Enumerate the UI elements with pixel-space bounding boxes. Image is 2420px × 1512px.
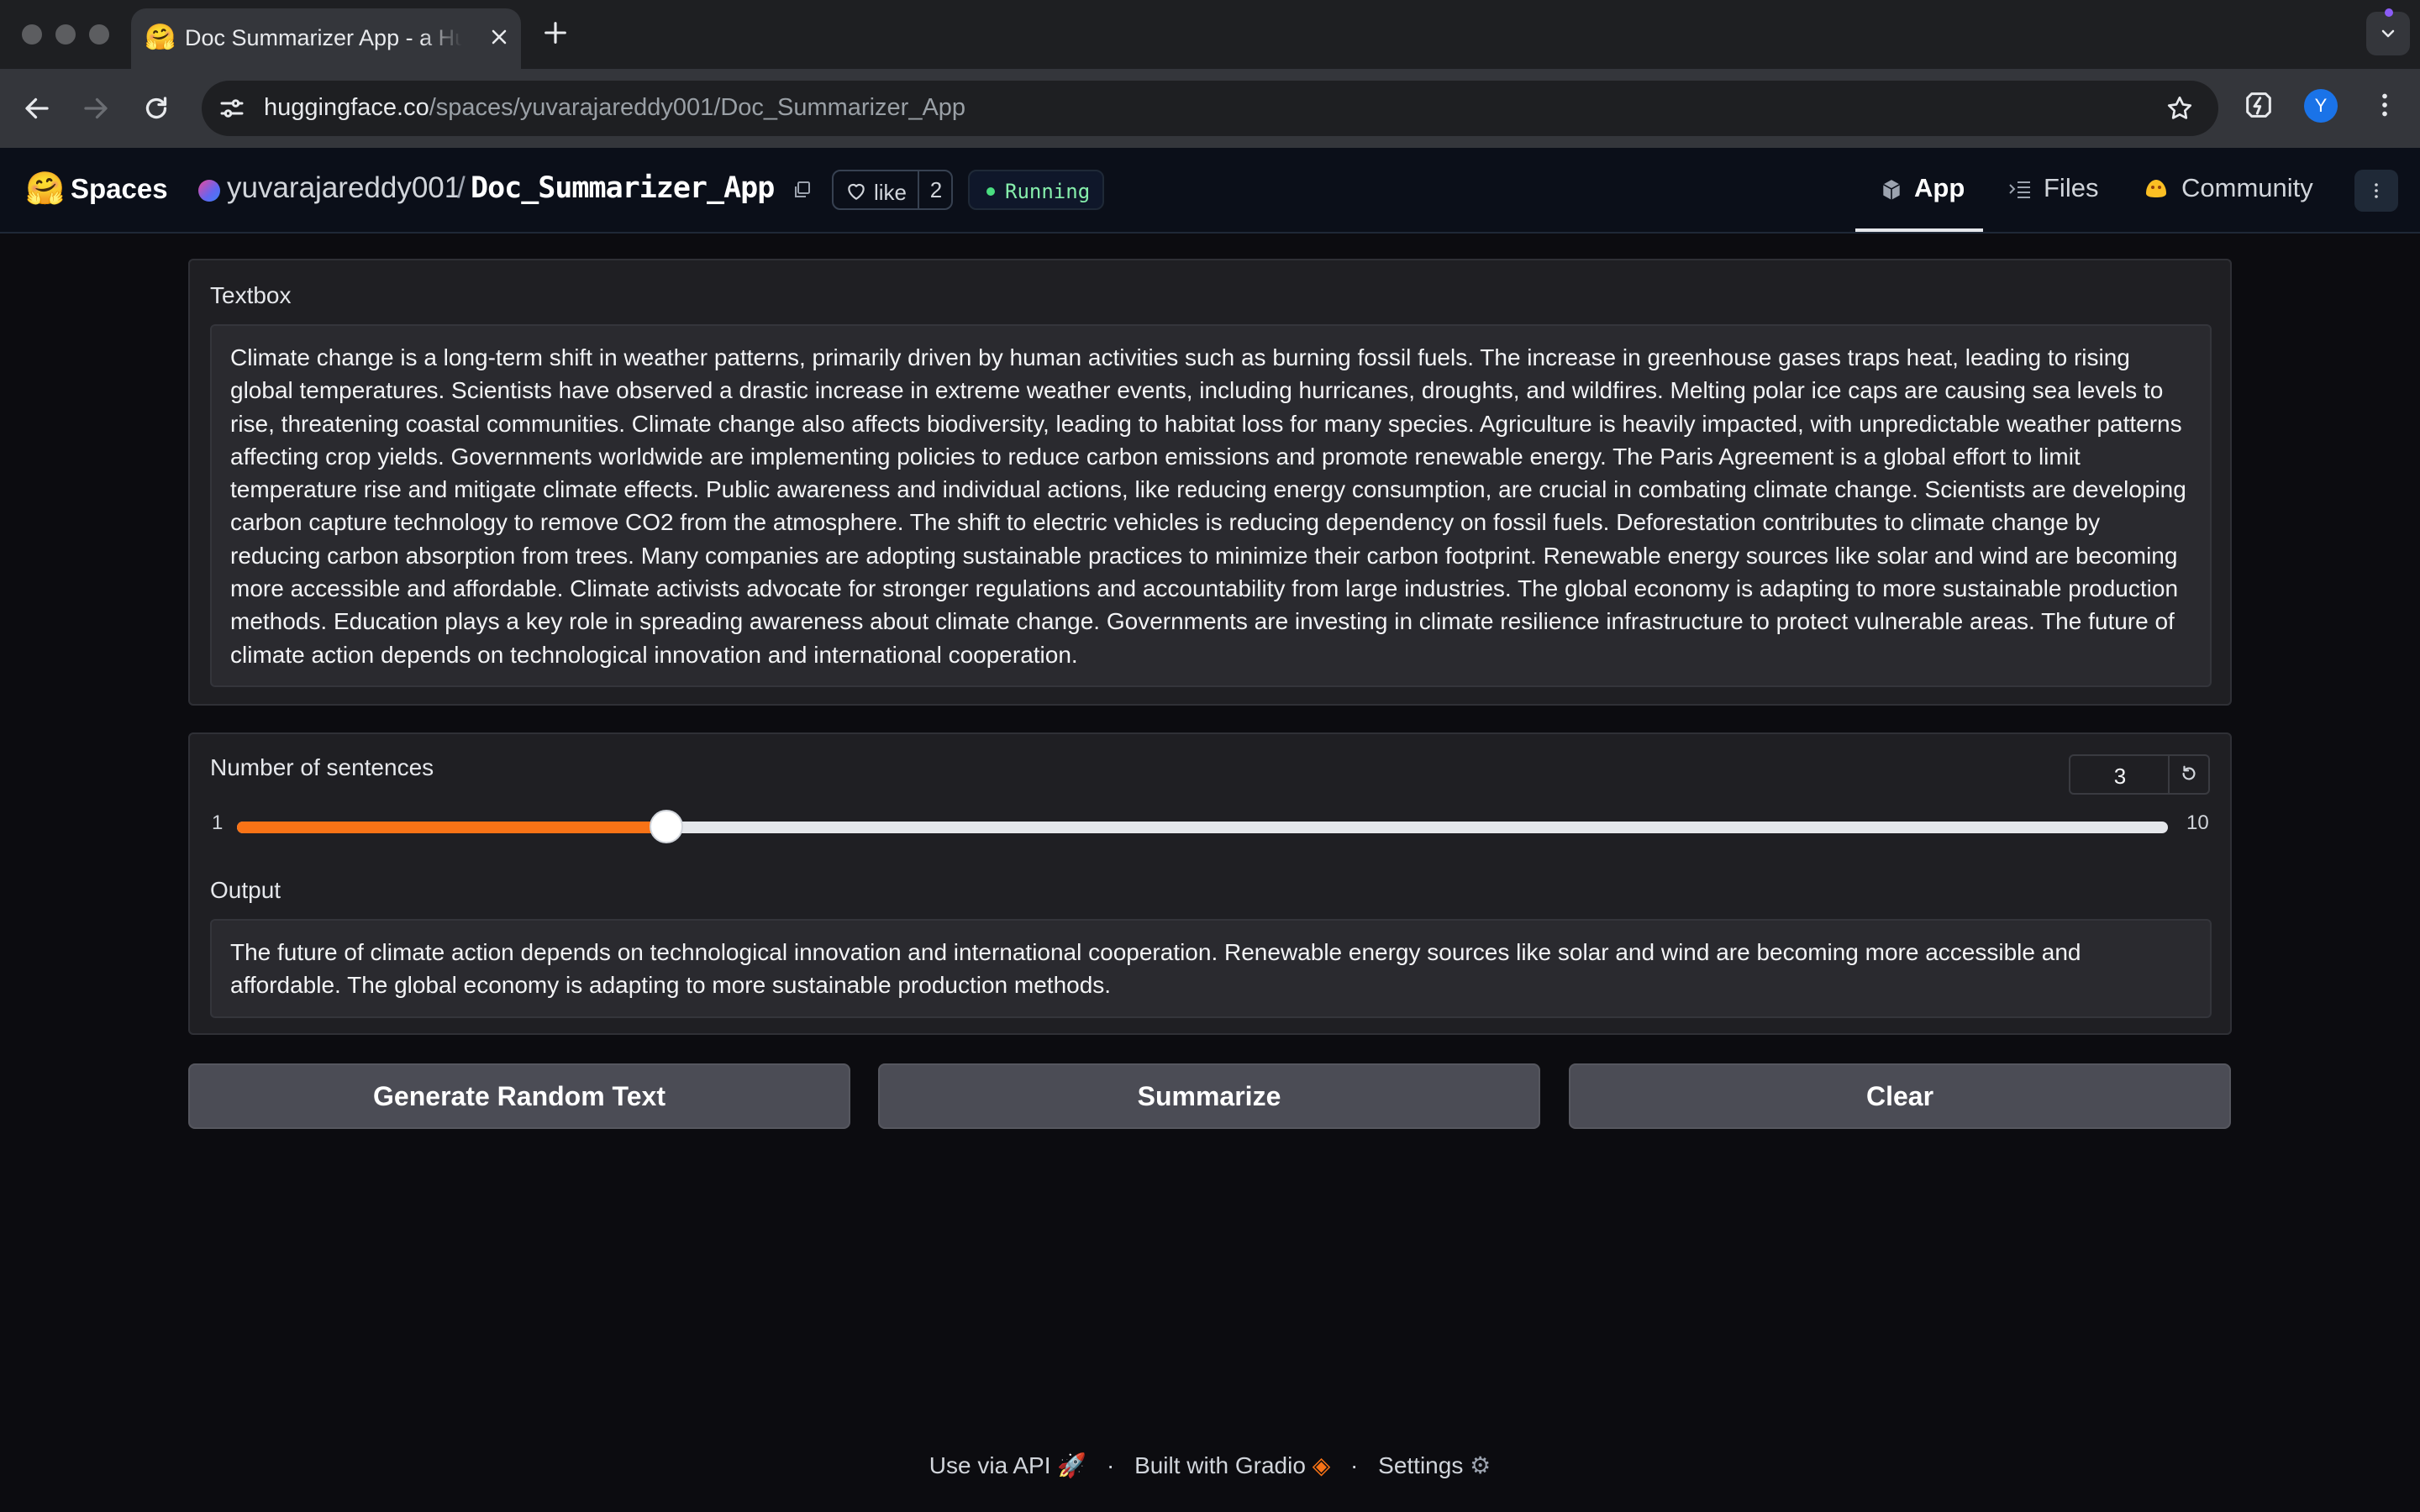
extension-icon[interactable] — [2242, 88, 2275, 122]
spaces-link[interactable]: Spaces — [71, 173, 168, 205]
tab-app-label: App — [1914, 173, 1965, 202]
address-bar[interactable]: huggingface.co/spaces/yuvarajareddy001/D… — [202, 81, 2218, 136]
sentences-slider[interactable] — [237, 810, 2168, 843]
use-via-api-label: Use via API — [929, 1452, 1051, 1478]
built-with-gradio-label: Built with Gradio — [1134, 1452, 1306, 1478]
sentence-count-input[interactable]: 3 — [2069, 754, 2210, 795]
footer-separator: · — [1350, 1452, 1359, 1478]
forward-button[interactable] — [76, 88, 116, 129]
textbox-label: Textbox — [210, 282, 292, 308]
url-host: huggingface.co — [264, 94, 429, 121]
window-minimize-button[interactable] — [55, 24, 76, 45]
rocket-icon: 🚀 — [1057, 1452, 1087, 1478]
browser-menu-icon[interactable] — [2370, 90, 2400, 120]
files-icon — [2008, 178, 2032, 200]
settings-link[interactable]: Settings ⚙ — [1378, 1452, 1491, 1478]
clear-button[interactable]: Clear — [1569, 1063, 2231, 1129]
space-more-button[interactable] — [2354, 170, 2398, 212]
use-via-api-link[interactable]: Use via API 🚀 — [929, 1452, 1086, 1478]
path-separator: / — [457, 171, 466, 204]
slider-thumb[interactable] — [649, 810, 683, 843]
bookmark-star-icon[interactable] — [2165, 93, 2195, 123]
owner-avatar[interactable] — [198, 180, 220, 202]
output-textbox[interactable]: The future of climate action depends on … — [210, 919, 2212, 1018]
tab-community-label: Community — [2181, 173, 2313, 202]
slider-fill — [237, 822, 666, 833]
reload-icon — [145, 97, 167, 119]
sentence-count-value[interactable]: 3 — [2070, 764, 2170, 790]
hugging-face-favicon-icon: 🤗 — [145, 24, 176, 51]
status-badge[interactable]: Running — [968, 170, 1104, 210]
url-path: /spaces/yuvarajareddy001/Doc_Summarizer_… — [429, 94, 966, 121]
notification-dot — [2385, 8, 2393, 17]
tab-files-label: Files — [2044, 173, 2099, 202]
tab-title: Doc Summarizer App - a Hugging Face Spac… — [185, 25, 462, 50]
built-with-gradio-link[interactable]: Built with Gradio ◈ — [1134, 1452, 1330, 1478]
arrow-left-icon — [25, 97, 49, 119]
slider-label: Number of sentences — [210, 754, 434, 780]
tab-community[interactable]: Community — [2143, 148, 2319, 232]
window-maximize-button[interactable] — [89, 24, 109, 45]
reset-button[interactable] — [2168, 756, 2212, 793]
slider-max-label: 10 — [2186, 811, 2209, 834]
generate-random-text-button[interactable]: Generate Random Text — [188, 1063, 850, 1129]
tab-app[interactable]: App — [1855, 148, 1983, 232]
new-tab-icon[interactable] — [541, 18, 570, 47]
copy-icon[interactable] — [792, 180, 812, 200]
url-text: huggingface.co/spaces/yuvarajareddy001/D… — [264, 94, 965, 122]
summarize-button[interactable]: Summarize — [878, 1063, 1540, 1129]
cube-icon — [1881, 178, 1902, 202]
community-icon — [2143, 175, 2170, 200]
site-info-icon[interactable] — [217, 93, 247, 123]
reset-icon — [2182, 765, 2196, 780]
footer: Use via API 🚀 · Built with Gradio ◈ · Se… — [0, 1452, 2420, 1479]
reload-button[interactable] — [136, 88, 176, 129]
tab-search-button[interactable] — [2366, 12, 2410, 55]
chevron-down-icon — [2378, 24, 2398, 44]
settings-label: Settings — [1378, 1452, 1464, 1478]
footer-separator: · — [1106, 1452, 1115, 1478]
more-vertical-icon — [2366, 181, 2386, 201]
like-count[interactable]: 2 — [918, 171, 953, 208]
textbox-block: Textbox Climate change is a long-term sh… — [188, 259, 2232, 706]
output-label: Output — [210, 877, 281, 903]
gear-icon: ⚙ — [1470, 1452, 1491, 1478]
browser-tab[interactable]: 🤗 Doc Summarizer App - a Hugging Face Sp… — [131, 8, 521, 69]
heart-icon — [845, 181, 867, 201]
browser-tab-bar: 🤗 Doc Summarizer App - a Hugging Face Sp… — [0, 0, 2420, 69]
controls-block: Number of sentences 3 1 10 Output The fu… — [188, 732, 2232, 1035]
back-button[interactable] — [17, 88, 57, 129]
tab-close-icon[interactable] — [487, 25, 511, 49]
repo-name[interactable]: Doc_Summarizer_App — [471, 171, 775, 205]
hugging-face-logo-icon[interactable]: 🤗 — [25, 171, 65, 207]
profile-avatar[interactable]: Y — [2304, 89, 2338, 123]
slider-min-label: 1 — [212, 811, 224, 834]
arrow-right-icon — [84, 97, 108, 119]
tab-files[interactable]: Files — [2005, 148, 2111, 232]
like-button[interactable]: like 2 — [832, 170, 953, 210]
textbox-input[interactable]: Climate change is a long-term shift in w… — [210, 324, 2212, 687]
owner-link[interactable]: yuvarajareddy001 — [227, 171, 460, 205]
status-label: Running — [1005, 180, 1091, 203]
like-label: like — [874, 180, 908, 205]
gradio-logo-icon: ◈ — [1312, 1452, 1331, 1478]
hf-header: 🤗 Spaces yuvarajareddy001 / Doc_Summariz… — [0, 148, 2420, 234]
window-close-button[interactable] — [22, 24, 42, 45]
status-dot — [986, 187, 995, 196]
browser-toolbar: huggingface.co/spaces/yuvarajareddy001/D… — [0, 69, 2420, 148]
